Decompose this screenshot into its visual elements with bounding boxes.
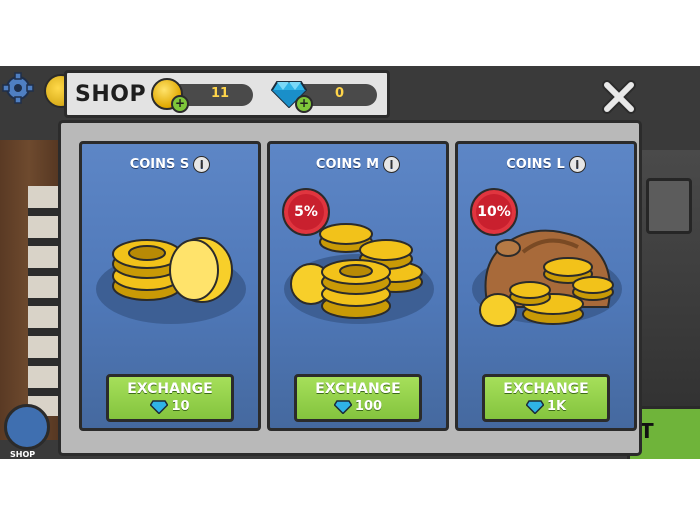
price-value: 100 [354, 399, 383, 414]
card-title-text: COINS M [315, 157, 380, 172]
info-icon[interactable]: i [568, 156, 586, 173]
exchange-button[interactable]: EXCHANGE 1K [482, 374, 610, 422]
price-value: 10 [171, 399, 190, 414]
exchange-label: EXCHANGE [503, 381, 589, 397]
shop-panel: COINS Si EXCHANGE 10 COINS M i 5% EXCHAN… [58, 120, 642, 456]
price-value: 1K [546, 399, 567, 414]
card-title: COINS Mi [270, 156, 446, 173]
info-icon[interactable]: i [383, 156, 401, 173]
shop-header: SHOP 11 + 0 + [64, 70, 390, 118]
exchange-label: EXCHANGE [127, 381, 213, 397]
add-gems-plus-icon[interactable]: + [295, 95, 313, 113]
coins-s-card[interactable]: COINS Si EXCHANGE 10 [79, 141, 261, 431]
coins-l-card[interactable]: COINS Li 10% EXCHANGE 1K [455, 141, 637, 431]
settings-gear-icon[interactable] [2, 72, 34, 104]
background-window [646, 178, 692, 234]
card-title: COINS Si [82, 156, 258, 173]
shop-menu-button[interactable] [4, 404, 50, 450]
discount-badge: 5% [282, 188, 330, 236]
exchange-label: EXCHANGE [315, 381, 401, 397]
gem-count: 0 [335, 86, 345, 101]
background-planks [28, 186, 58, 416]
shop-title: SHOP [75, 82, 147, 107]
coin-stack-small-icon [112, 237, 233, 303]
info-icon[interactable]: i [193, 156, 211, 173]
exchange-button[interactable]: EXCHANGE 100 [294, 374, 422, 422]
discount-badge: 10% [470, 188, 518, 236]
close-icon[interactable] [600, 78, 638, 116]
exchange-price: 1K [485, 399, 607, 415]
coin-count: 11 [211, 86, 230, 101]
gem-icon [150, 399, 169, 415]
gem-icon [525, 399, 545, 415]
exchange-price: 100 [297, 399, 419, 415]
exchange-button[interactable]: EXCHANGE 10 [106, 374, 234, 422]
coins-m-card[interactable]: COINS Mi 5% EXCHANGE 100 [267, 141, 449, 431]
add-coins-plus-icon[interactable]: + [171, 95, 189, 113]
card-title: COINS Li [458, 156, 634, 173]
shop-menu-label: SHOP [10, 450, 36, 459]
card-title-text: COINS L [506, 157, 565, 172]
exchange-price: 10 [109, 399, 231, 415]
card-title-text: COINS S [129, 157, 190, 172]
background-button-text: T [640, 419, 654, 443]
gem-icon [333, 399, 353, 415]
